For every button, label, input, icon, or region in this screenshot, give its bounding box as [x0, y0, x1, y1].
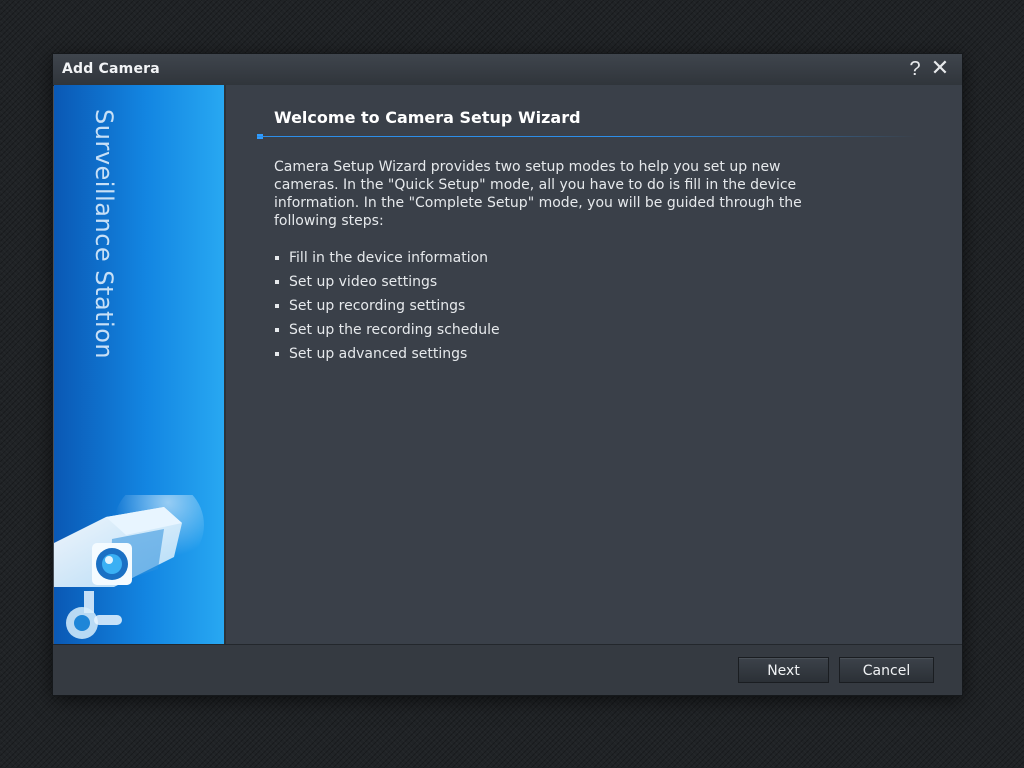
bullet-icon	[275, 352, 279, 356]
wizard-content: Welcome to Camera Setup Wizard Camera Se…	[226, 85, 962, 645]
step-label: Set up the recording schedule	[289, 322, 500, 338]
add-camera-dialog: Add Camera ? ✕ Surveillance Station Welc…	[52, 53, 963, 696]
surveillance-station-brand: Surveillance Station	[90, 109, 118, 360]
next-button[interactable]: Next	[738, 657, 829, 683]
step-label: Set up recording settings	[289, 298, 466, 314]
list-item: Set up advanced settings	[274, 342, 500, 366]
bullet-icon	[275, 256, 279, 260]
wizard-description: Camera Setup Wizard provides two setup m…	[274, 159, 802, 229]
setup-steps-list: Fill in the device information Set up vi…	[274, 246, 500, 366]
list-item: Set up the recording schedule	[274, 318, 500, 342]
dialog-titlebar[interactable]: Add Camera ? ✕	[53, 54, 962, 86]
bullet-icon	[275, 328, 279, 332]
help-icon[interactable]: ?	[905, 58, 925, 80]
step-label: Set up video settings	[289, 274, 438, 290]
step-label: Fill in the device information	[289, 250, 489, 266]
dialog-title: Add Camera	[62, 61, 160, 77]
wizard-sidebar: Surveillance Station	[54, 85, 226, 645]
list-item: Set up video settings	[274, 270, 500, 294]
security-camera-icon	[54, 495, 204, 639]
list-item: Set up recording settings	[274, 294, 500, 318]
heading-divider	[257, 136, 917, 137]
close-icon[interactable]: ✕	[930, 58, 950, 80]
bullet-icon	[275, 280, 279, 284]
list-item: Fill in the device information	[274, 246, 500, 270]
bullet-icon	[275, 304, 279, 308]
cancel-button[interactable]: Cancel	[839, 657, 934, 683]
step-label: Set up advanced settings	[289, 346, 468, 362]
dialog-footer: Next Cancel	[53, 644, 962, 695]
page-title: Welcome to Camera Setup Wizard	[274, 108, 581, 127]
